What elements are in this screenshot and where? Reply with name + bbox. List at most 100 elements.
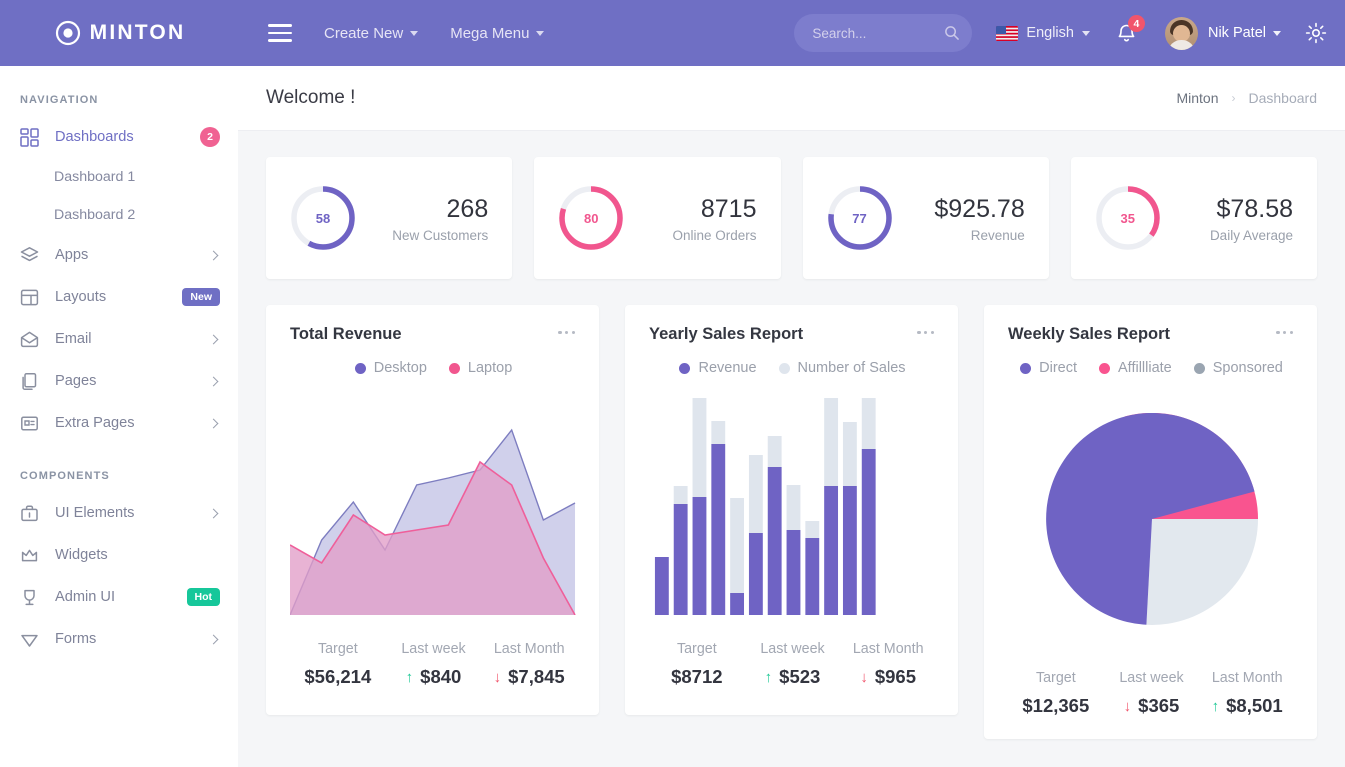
sidebar-item-email[interactable]: Email	[0, 318, 238, 360]
sidebar-item-dashboard-1[interactable]: Dashboard 1	[0, 158, 238, 196]
arrow-up-icon: ↑	[405, 668, 414, 686]
footer-stat-target: Target $12,365	[1008, 670, 1104, 717]
page-body: 58 268 New Customers 80 8715 Online Orde…	[238, 131, 1345, 739]
legend-item-desktop[interactable]: Desktop	[354, 360, 427, 376]
footer-stat-label: Last Month	[1211, 670, 1283, 686]
footer-stat-target: Target $56,214	[290, 641, 386, 688]
more-horizontal-icon[interactable]	[556, 325, 577, 340]
legend-item-affilliate[interactable]: Affillliate	[1099, 360, 1172, 376]
legend-dot-desktop	[354, 362, 366, 374]
card-footer-stats: Target $12,365 Last week ↓ $365 Last Mon…	[1008, 670, 1295, 717]
stat-label: Daily Average	[1209, 227, 1293, 243]
notifications-button[interactable]: 4	[1116, 15, 1145, 44]
stat-value: 268	[446, 195, 489, 224]
sidebar-item-label: Pages	[55, 373, 97, 389]
search-icon[interactable]	[944, 25, 960, 40]
gauge-new-customers: 58	[288, 183, 358, 253]
gauge-value: 80	[584, 210, 599, 226]
gauge-value: 35	[1120, 210, 1135, 226]
arrow-down-icon: ↓	[493, 668, 502, 686]
brand-logo-link[interactable]: MINTON	[0, 0, 240, 66]
footer-stat-label: Target	[1035, 670, 1076, 686]
more-horizontal-icon[interactable]	[1274, 325, 1295, 340]
footer-stat-label: Last week	[760, 641, 825, 657]
legend-dot-direct	[1020, 362, 1032, 374]
arrow-down-icon: ↓	[1123, 697, 1132, 715]
gear-icon[interactable]	[1305, 22, 1327, 44]
sidebar-item-forms[interactable]: Forms	[0, 618, 238, 660]
footer-stat-last-month: Last Month ↓ $7,845	[481, 641, 577, 688]
briefcase-icon	[20, 504, 39, 523]
legend-item-sponsored[interactable]: Sponsored	[1193, 360, 1283, 376]
diamond-icon	[20, 630, 39, 649]
sidebar-item-label: Extra Pages	[55, 415, 135, 431]
us-flag-icon	[996, 25, 1019, 41]
footer-stat-label: Target	[317, 641, 358, 657]
footer-stat-target: Target $8712	[649, 641, 745, 688]
gauge-revenue: 77	[825, 183, 895, 253]
bar-chart-yearly-sales	[649, 390, 936, 615]
sidebar-item-extra-pages[interactable]: Extra Pages	[0, 402, 238, 444]
sidebar-item-dashboards[interactable]: Dashboards 2	[0, 116, 238, 158]
sidebar-item-pages[interactable]: Pages	[0, 360, 238, 402]
language-selector[interactable]: English	[996, 25, 1090, 41]
sidebar-item-label: Apps	[55, 247, 89, 263]
legend-yearly-sales: Revenue Number of Sales	[649, 360, 936, 376]
chevron-right-icon	[208, 418, 219, 428]
nav-mega-menu[interactable]: Mega Menu	[450, 25, 545, 42]
chevron-right-icon	[208, 634, 219, 644]
legend-label: Affillliate	[1118, 360, 1172, 376]
chevron-down-icon	[536, 30, 545, 36]
bar-group	[654, 398, 876, 615]
card-title: Weekly Sales Report	[1008, 325, 1171, 343]
footer-stat-value: $56,214	[304, 666, 372, 687]
sidebar-badge-dashboards: 2	[200, 127, 220, 147]
sidebar-item-ui-elements[interactable]: UI Elements	[0, 492, 238, 534]
page-header: Welcome ! Minton › Dashboard	[238, 66, 1345, 131]
language-label: English	[1026, 25, 1074, 41]
card-yearly-sales-report: Yearly Sales Report Revenue Number of Sa…	[625, 305, 958, 715]
user-name-label: Nik Patel	[1208, 25, 1281, 41]
legend-item-direct[interactable]: Direct	[1020, 360, 1077, 376]
legend-item-laptop[interactable]: Laptop	[448, 360, 513, 376]
stat-label: New Customers	[392, 227, 489, 243]
gauge-value: 77	[852, 210, 867, 226]
chart-card-row: Total Revenue Desktop Laptop Target $56,…	[266, 305, 1317, 739]
legend-item-revenue[interactable]: Revenue	[679, 360, 757, 376]
sidebar-item-widgets[interactable]: Widgets	[0, 534, 238, 576]
sidebar-badge-layouts: New	[182, 288, 220, 306]
user-menu[interactable]: Nik Patel	[1164, 16, 1281, 50]
layout-icon	[20, 288, 39, 307]
legend-label: Sponsored	[1212, 360, 1283, 376]
legend-label: Laptop	[467, 360, 513, 376]
gauge-daily-average: 35	[1093, 183, 1163, 253]
sidebar-item-dashboard-2[interactable]: Dashboard 2	[0, 196, 238, 234]
legend-dot-affilliate	[1099, 362, 1110, 374]
stat-label: Revenue	[970, 227, 1025, 243]
sidebar-item-apps[interactable]: Apps	[0, 234, 238, 276]
footer-stat-value: ↓ $365	[1123, 695, 1180, 716]
footer-stat-last-month: Last Month ↑ $8,501	[1199, 670, 1295, 717]
more-horizontal-icon[interactable]	[915, 325, 936, 340]
note-icon	[20, 414, 39, 433]
card-title: Total Revenue	[290, 325, 402, 343]
gauge-online-orders: 80	[556, 183, 626, 253]
chevron-down-icon	[410, 30, 419, 36]
hamburger-icon[interactable]	[268, 24, 292, 42]
topbar-right-cluster: English 4 Nik Patel	[794, 0, 1345, 66]
sidebar-item-label: Dashboards	[55, 129, 134, 145]
legend-item-number-of-sales[interactable]: Number of Sales	[778, 360, 906, 376]
legend-dot-laptop	[448, 362, 460, 374]
footer-stat-value: ↑ $840	[405, 666, 462, 687]
sidebar-item-layouts[interactable]: Layouts New	[0, 276, 238, 318]
stat-value: $925.78	[934, 195, 1025, 224]
legend-dot-revenue	[679, 362, 691, 374]
card-total-revenue: Total Revenue Desktop Laptop Target $56,…	[266, 305, 599, 715]
breadcrumb-item-minton[interactable]: Minton	[1176, 90, 1218, 106]
stat-card-revenue: 77 $925.78 Revenue	[802, 157, 1049, 279]
sidebar-item-admin-ui[interactable]: Admin UI Hot	[0, 576, 238, 618]
sidebar-item-label: Layouts	[55, 289, 107, 305]
copy-icon	[20, 372, 39, 391]
nav-create-new[interactable]: Create New	[324, 25, 419, 42]
sidebar-subitem-label: Dashboard 1	[54, 169, 136, 185]
